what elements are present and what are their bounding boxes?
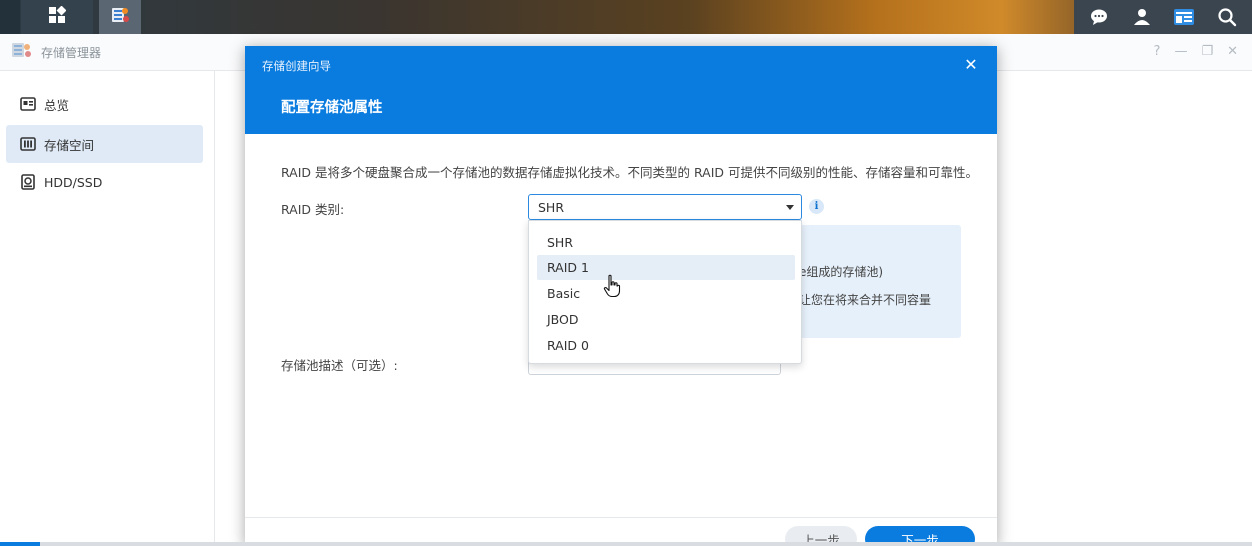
info-icon[interactable]: i [809, 199, 824, 214]
raid-type-select[interactable]: SHR [528, 194, 802, 220]
chat-icon[interactable] [1082, 0, 1116, 34]
raid-type-label: RAID 类别: [281, 202, 345, 217]
raid-option-jbod[interactable]: JBOD [537, 307, 795, 332]
sidebar-item-hdd-ssd[interactable]: HDD/SSD [6, 163, 203, 201]
sidebar-item-overview[interactable]: 总览 [6, 85, 203, 123]
storage-manager-taskbar-button[interactable] [99, 0, 141, 34]
storage-icon [20, 136, 36, 152]
wizard-footer-divider [245, 517, 997, 518]
window-controls: ? — ❐ ✕ [1154, 44, 1238, 59]
raid-option-shr[interactable]: SHR [537, 230, 795, 255]
bottom-scroll-track [0, 542, 1252, 546]
raid-description: RAID 是将多个硬盘聚合成一个存储池的数据存储虚拟化技术。不同类型的 RAID… [281, 165, 979, 180]
close-icon[interactable]: ✕ [963, 55, 979, 74]
sidebar-item-storage[interactable]: 存储空间 [6, 125, 203, 163]
widgets-icon[interactable] [1167, 0, 1201, 34]
taskbar-left-edge [0, 0, 20, 34]
pool-description-label: 存储池描述（可选）: [281, 358, 398, 373]
storage-creation-wizard: 存储创建向导 配置存储池属性 ✕ RAID 是将多个硬盘聚合成一个存储池的数据存… [245, 46, 997, 546]
raid-option-raid1[interactable]: RAID 1 [537, 255, 795, 280]
wizard-window-title: 存储创建向导 [262, 59, 331, 73]
sidebar-item-label: 存储空间 [44, 137, 95, 153]
bottom-scroll-thumb[interactable] [0, 542, 40, 546]
raid-option-raid0[interactable]: RAID 0 [537, 333, 795, 358]
raid-type-selected-value: SHR [538, 199, 565, 215]
sidebar-item-label: HDD/SSD [44, 174, 103, 190]
grid-icon [48, 5, 67, 28]
chevron-down-icon [786, 205, 794, 210]
minimize-icon[interactable]: — [1174, 44, 1187, 59]
raid-option-basic[interactable]: Basic [537, 281, 795, 306]
sidebar: 总览 存储空间 HDD/SSD [0, 71, 215, 546]
overview-icon [20, 96, 36, 112]
disk-icon [20, 174, 36, 190]
sidebar-item-label: 总览 [44, 97, 70, 113]
user-icon[interactable] [1125, 0, 1159, 34]
raid-type-dropdown: SHR RAID 1 Basic JBOD RAID 0 [528, 220, 802, 364]
maximize-icon[interactable]: ❐ [1201, 44, 1213, 59]
main-menu-button[interactable] [21, 0, 93, 34]
taskbar-tray [1074, 0, 1252, 34]
hand-cursor-icon [603, 274, 621, 298]
storage-manager-app-icon [110, 5, 130, 29]
taskbar [0, 0, 1252, 34]
wizard-header: 存储创建向导 配置存储池属性 ✕ [245, 46, 997, 134]
help-icon[interactable]: ? [1154, 44, 1161, 59]
storage-manager-logo-icon [11, 40, 33, 64]
search-icon[interactable] [1210, 0, 1244, 34]
info-text-line-2: 让您在将来合并不同容量 [799, 293, 932, 307]
close-window-icon[interactable]: ✕ [1227, 44, 1238, 59]
wizard-step-title: 配置存储池属性 [281, 100, 383, 116]
info-text-line-1: e组成的存储池) [799, 265, 884, 279]
app-title: 存储管理器 [41, 45, 102, 60]
